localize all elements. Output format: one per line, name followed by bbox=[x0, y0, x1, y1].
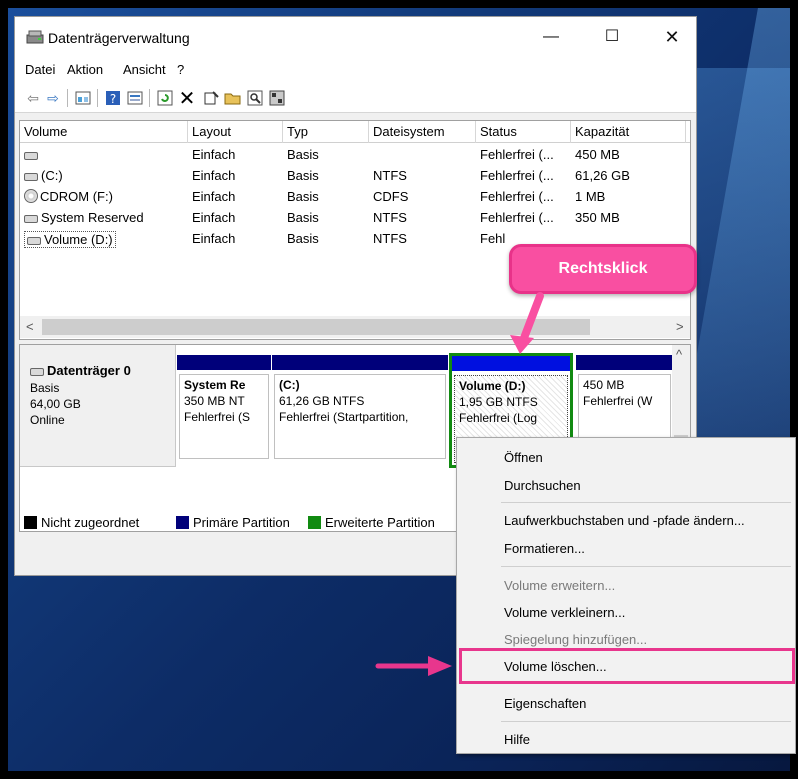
menu-item-eigenschaften[interactable]: Eigenschaften bbox=[504, 696, 586, 711]
delete-icon[interactable]: ✕ bbox=[177, 88, 197, 110]
menu-aktion[interactable]: Aktion bbox=[67, 62, 103, 77]
column-volume[interactable]: Volume bbox=[20, 121, 188, 143]
cdrom-icon bbox=[24, 189, 38, 203]
table-row[interactable]: (C:) Einfach Basis NTFS Fehlerfrei (... … bbox=[20, 166, 690, 187]
disk-state: Online bbox=[30, 413, 65, 427]
column-kapazitaet[interactable]: Kapazität bbox=[571, 121, 686, 143]
disk-type: Basis bbox=[30, 381, 60, 395]
close-button[interactable]: ✕ bbox=[660, 25, 684, 49]
disk-name: Datenträger 0 bbox=[30, 363, 131, 378]
settings-icon[interactable] bbox=[201, 88, 221, 108]
maximize-button[interactable]: ☐ bbox=[600, 25, 624, 49]
refresh-icon[interactable] bbox=[155, 88, 175, 108]
open-icon[interactable] bbox=[223, 88, 243, 108]
volume-disk-icon bbox=[27, 236, 41, 245]
menu-ansicht[interactable]: Ansicht bbox=[123, 62, 166, 77]
menu-item-oeffnen[interactable]: Öffnen bbox=[504, 450, 543, 465]
table-row[interactable]: Einfach Basis Fehlerfrei (... 450 MB bbox=[20, 145, 690, 166]
menu-item-hilfe[interactable]: Hilfe bbox=[504, 732, 530, 747]
disk-drive-icon bbox=[30, 367, 44, 376]
scroll-right-icon[interactable]: > bbox=[676, 319, 684, 334]
rechtsklick-callout: Rechtsklick bbox=[509, 244, 697, 294]
volume-disk-icon bbox=[24, 214, 38, 223]
list-view-icon[interactable] bbox=[73, 88, 93, 108]
title-bar[interactable]: Datenträgerverwaltung — ☐ ✕ bbox=[15, 17, 696, 57]
menu-item-formatieren[interactable]: Formatieren... bbox=[504, 541, 585, 556]
column-dateisystem[interactable]: Dateisystem bbox=[369, 121, 476, 143]
svg-text:?: ? bbox=[110, 92, 116, 106]
disk-icon[interactable] bbox=[267, 88, 287, 108]
highlight-box bbox=[459, 648, 795, 684]
menu-item-spiegelung: Spiegelung hinzufügen... bbox=[504, 632, 648, 647]
menu-help[interactable]: ? bbox=[177, 62, 184, 77]
search-icon[interactable] bbox=[245, 88, 265, 108]
properties-icon[interactable] bbox=[125, 88, 145, 108]
partition-system-reserved[interactable]: System Re 350 MB NT Fehlerfrei (S bbox=[177, 355, 271, 461]
volume-disk-icon bbox=[24, 172, 38, 181]
help-icon[interactable]: ? bbox=[103, 88, 123, 108]
menu-item-volume-erweitern: Volume erweitern... bbox=[504, 578, 616, 593]
menu-item-durchsuchen[interactable]: Durchsuchen bbox=[504, 478, 581, 493]
horizontal-scrollbar[interactable]: < > bbox=[20, 316, 690, 338]
volume-disk-icon bbox=[24, 151, 38, 160]
forward-icon[interactable]: ⇨ bbox=[43, 88, 63, 108]
disk-management-app-icon bbox=[26, 30, 44, 44]
table-row[interactable]: System Reserved Einfach Basis NTFS Fehle… bbox=[20, 208, 690, 229]
menu-datei[interactable]: Datei bbox=[25, 62, 55, 77]
disk-info-panel[interactable]: Datenträger 0 Basis 64,00 GB Online bbox=[20, 345, 176, 467]
volume-list-header: Volume Layout Typ Dateisystem Status Kap… bbox=[20, 121, 690, 143]
column-status[interactable]: Status bbox=[476, 121, 571, 143]
disk-size: 64,00 GB bbox=[30, 397, 81, 411]
legend-extended: Erweiterte Partition bbox=[308, 515, 435, 530]
menu-item-laufwerkbuchstaben[interactable]: Laufwerkbuchstaben und -pfade ändern... bbox=[504, 513, 745, 528]
legend-primary: Primäre Partition bbox=[176, 515, 290, 530]
partition-c[interactable]: (C:) 61,26 GB NTFS Fehlerfrei (Startpart… bbox=[272, 355, 448, 461]
column-typ[interactable]: Typ bbox=[283, 121, 369, 143]
toolbar: ⇦ ⇨ ? ✕ bbox=[15, 83, 696, 113]
legend-unallocated: Nicht zugeordnet bbox=[24, 515, 139, 530]
scrollbar-thumb[interactable] bbox=[42, 319, 590, 335]
back-icon[interactable]: ⇦ bbox=[23, 88, 43, 108]
volume-list: Volume Layout Typ Dateisystem Status Kap… bbox=[19, 120, 691, 340]
table-row[interactable]: CDROM (F:) Einfach Basis CDFS Fehlerfrei… bbox=[20, 187, 690, 208]
scroll-up-icon[interactable]: ^ bbox=[676, 347, 682, 362]
menu-item-volume-verkleinern[interactable]: Volume verkleinern... bbox=[504, 605, 625, 620]
minimize-button[interactable]: — bbox=[539, 25, 563, 49]
menu-bar: Datei Aktion Ansicht ? bbox=[15, 57, 696, 83]
column-layout[interactable]: Layout bbox=[188, 121, 283, 143]
scroll-left-icon[interactable]: < bbox=[26, 319, 34, 334]
context-menu: Öffnen Durchsuchen Laufwerkbuchstaben un… bbox=[456, 437, 796, 754]
window-title: Datenträgerverwaltung bbox=[48, 30, 190, 46]
